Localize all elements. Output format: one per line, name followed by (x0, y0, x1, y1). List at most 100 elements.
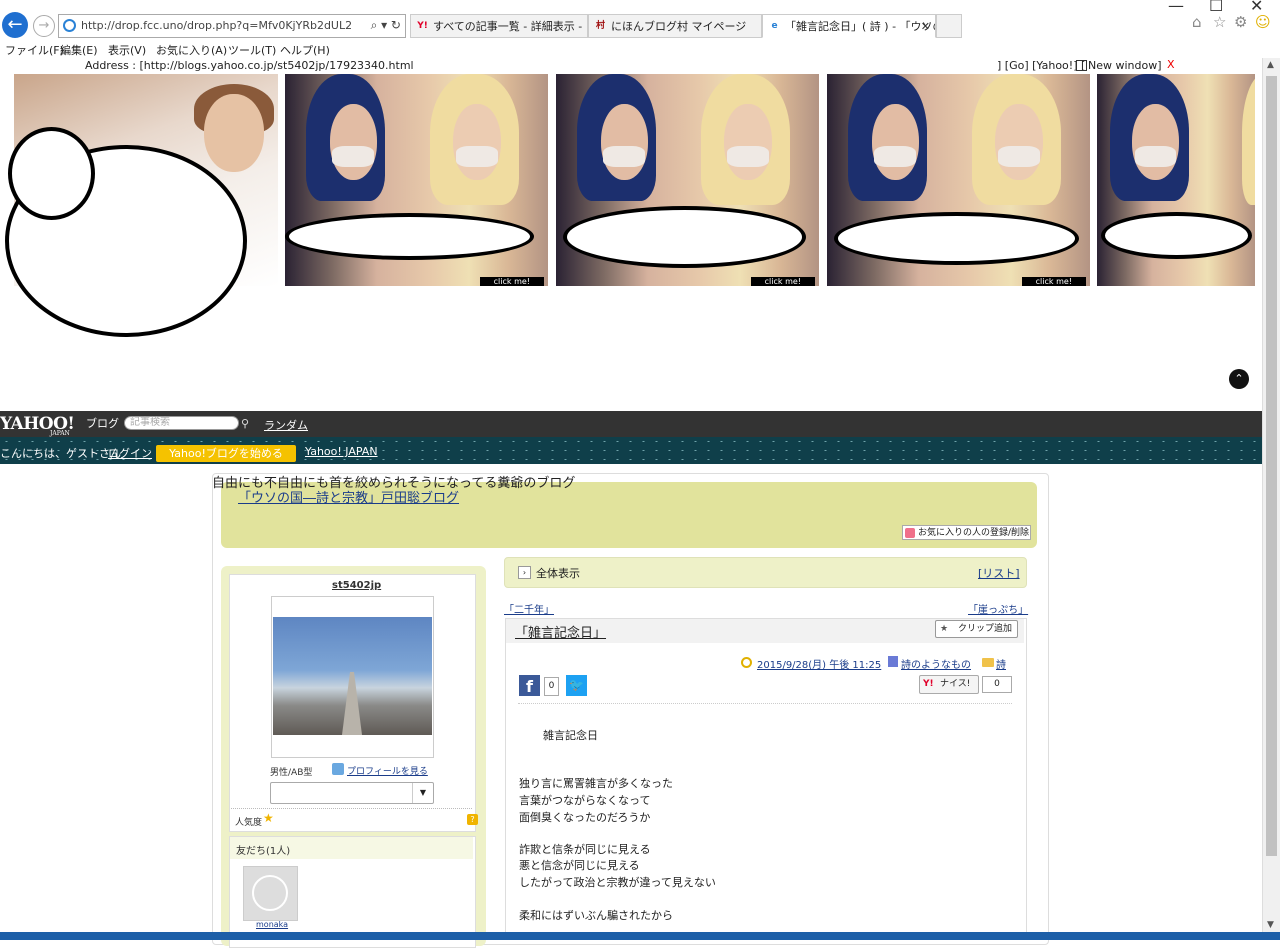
favorites-star-icon[interactable]: ☆ (1213, 13, 1226, 31)
article-category[interactable]: 詩 (996, 656, 1006, 671)
poem-line: 独り言に罵詈雑言が多くなった (519, 777, 673, 790)
yahoo-favicon-icon: Y! (417, 21, 428, 31)
profile-photo[interactable] (271, 596, 434, 758)
ie-favicon-icon: e (771, 21, 778, 31)
clip-add-label: クリップ追加 (958, 624, 1013, 634)
search-refresh-icon[interactable]: ⌕ ▾ ↻ (371, 18, 401, 33)
article-search-input[interactable]: 記事検索 (124, 416, 239, 430)
proxy-links[interactable]: ] [Go] [Yahoo!] [ (997, 59, 1085, 72)
clock-icon (741, 657, 752, 668)
guest-bar: こんにちは、ゲストさん ログイン Yahoo!ブログを始める Yahoo! JA… (0, 437, 1262, 464)
os-taskbar (0, 932, 1280, 940)
menu-tools[interactable]: ツール(T) (228, 42, 276, 58)
poem-line: 詐欺と信条が同じに見える (519, 843, 651, 856)
twitter-share-icon[interactable]: 🐦 (566, 675, 587, 696)
favorite-register-button[interactable]: お気に入りの人の登録/削除 (902, 525, 1031, 540)
list-link[interactable]: [リスト] (978, 565, 1020, 581)
profile-username[interactable]: st5402jp (332, 580, 381, 591)
nice-label: ナイス! (940, 679, 971, 689)
popularity-label: 人気度 (235, 818, 263, 828)
new-window-checkbox[interactable] (1076, 60, 1087, 71)
new-window-label: New window] (1088, 59, 1162, 72)
login-link[interactable]: ログイン (108, 445, 152, 461)
back-button[interactable]: ← (2, 12, 28, 38)
home-icon[interactable]: ⌂ (1192, 13, 1202, 31)
nice-count: 0 (982, 676, 1012, 693)
prev-article-link[interactable]: 「二千年」 (504, 601, 554, 616)
divider (231, 808, 472, 809)
popularity-info-icon[interactable]: ? (467, 814, 478, 825)
ie-icon (63, 19, 76, 32)
poem-line: 言葉がつながらなくなって (519, 794, 651, 807)
tab-1[interactable]: Y! すべての記事一覧 - 詳細表示 - 「... (410, 14, 588, 38)
friend-name-link[interactable]: monaka (256, 920, 288, 929)
book-icon (888, 656, 898, 667)
close-tab-icon[interactable]: ✕ (921, 15, 930, 37)
forward-button[interactable]: → (33, 15, 55, 37)
scroll-up-icon[interactable]: ▲ (1267, 60, 1274, 70)
all-view-label[interactable]: 全体表示 (536, 565, 580, 581)
tab-label: にほんブログ村 マイページ (611, 20, 747, 33)
profile-card-icon (332, 763, 344, 775)
url-text[interactable]: http://drop.fcc.uno/drop.php?q=Mfv0KjYRb… (81, 19, 351, 32)
star-icon: ★ (263, 811, 274, 825)
menu-edit[interactable]: 編集(E) (60, 42, 98, 58)
search-icon[interactable]: ⚲ (241, 417, 249, 430)
clip-add-button[interactable]: ★ クリップ追加 (935, 620, 1018, 638)
scroll-to-top-icon[interactable]: ⌃ (1229, 369, 1249, 389)
next-article-link[interactable]: 「崖っぷち」 (968, 601, 1028, 616)
start-blog-button[interactable]: Yahoo!ブログを始める (156, 445, 296, 462)
star-icon: ★ (940, 624, 949, 634)
click-me-label[interactable]: click me! (479, 277, 544, 286)
article-date[interactable]: 2015/9/28(月) 午後 11:25 (757, 656, 881, 671)
menu-file[interactable]: ファイル(F) (5, 42, 64, 58)
censor-oval (8, 127, 95, 220)
tab-label: 「雑言記念日」( 詩 ) - 「ウソの... (785, 20, 935, 33)
tab-3-active[interactable]: e 「雑言記念日」( 詩 ) - 「ウソの... ✕ (762, 14, 936, 38)
menu-help[interactable]: ヘルプ(H) (280, 42, 330, 58)
new-tab-button[interactable] (936, 14, 962, 38)
censor-oval (285, 213, 534, 260)
default-avatar-icon (252, 875, 288, 911)
friends-title: 友だち(1人) (236, 846, 291, 857)
scroll-down-icon[interactable]: ▼ (1267, 920, 1274, 930)
article-theme[interactable]: 詩のようなもの (901, 656, 971, 671)
folder-icon (982, 658, 994, 667)
address-bar[interactable]: http://drop.fcc.uno/drop.php?q=Mfv0KjYRb… (58, 14, 406, 38)
favorite-register-label: お気に入りの人の登録/削除 (918, 528, 1030, 538)
scrollbar-thumb[interactable] (1266, 76, 1277, 856)
vertical-scrollbar[interactable]: ▲ ▼ (1262, 58, 1280, 932)
browser-chrome: ← → http://drop.fcc.uno/drop.php?q=Mfv0K… (0, 0, 1280, 40)
random-link[interactable]: ランダム (264, 417, 308, 433)
menu-view[interactable]: 表示(V) (108, 42, 146, 58)
poem-line: 柔和にはずいぶん騙されたから (519, 909, 673, 922)
profile-gender: 男性/AB型 (270, 768, 313, 778)
blogmura-favicon-icon: 村 (595, 21, 605, 31)
menu-favorites[interactable]: お気に入り(A) (156, 42, 227, 58)
tab-label: すべての記事一覧 - 詳細表示 - 「... (433, 20, 587, 33)
click-me-label[interactable]: click me! (1021, 277, 1086, 286)
yahoo-logo[interactable]: YAHOO! JAPAN (0, 414, 75, 437)
proxy-close-button[interactable]: X (1167, 58, 1175, 71)
poem-line: 面倒臭くなったのだろうか (519, 811, 651, 824)
nice-button[interactable]: Y! ナイス! (919, 675, 979, 694)
proxy-address-label: Address : [http://blogs.yahoo.co.jp/st54… (85, 59, 414, 72)
poem-title: 雑言記念日 (543, 729, 598, 742)
yahoo-japan-link[interactable]: Yahoo! JAPAN (305, 445, 378, 458)
censor-oval (1101, 212, 1252, 259)
click-me-label[interactable]: click me! (750, 277, 815, 286)
expand-icon: › (518, 566, 531, 579)
heart-icon (905, 528, 915, 538)
facebook-share-icon[interactable]: f (519, 675, 540, 696)
tab-2[interactable]: 村 にほんブログ村 マイページ (588, 14, 762, 38)
blog-title[interactable]: 「ウソの国―詩と宗教」戸田聡ブログ (238, 487, 459, 506)
censor-oval (563, 206, 806, 268)
smiley-feedback-icon[interactable]: ☺ (1255, 13, 1271, 31)
facebook-count: 0 (544, 677, 559, 696)
friend-avatar[interactable] (243, 866, 298, 921)
article-title[interactable]: 「雑言記念日」 (515, 622, 606, 641)
settings-gear-icon[interactable]: ⚙ (1234, 13, 1247, 31)
minimize-icon[interactable]: — (1168, 0, 1184, 15)
view-profile-link[interactable]: プロフィールを見る (347, 764, 428, 777)
profile-dropdown[interactable]: ▼ (270, 782, 434, 804)
